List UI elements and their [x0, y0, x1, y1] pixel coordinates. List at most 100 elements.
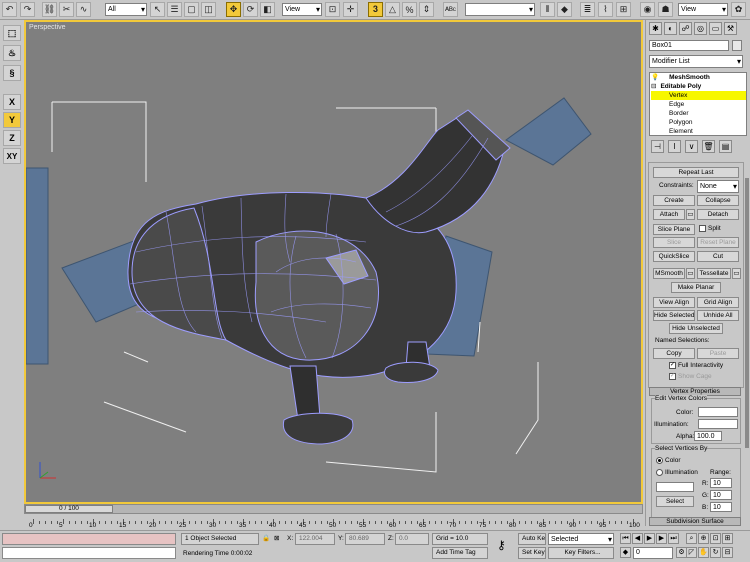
full-interactivity-checkbox[interactable]: ✓ Full Interactivity — [669, 362, 723, 369]
split-checkbox[interactable]: Split — [699, 225, 721, 232]
cut-button[interactable]: Cut — [697, 251, 739, 262]
render-type-dropdown[interactable]: View — [678, 3, 728, 16]
color-radio[interactable]: Color — [656, 457, 681, 464]
select-rotate-icon[interactable]: ⟳ — [243, 2, 258, 17]
select-by-name-icon[interactable]: ☰ — [167, 2, 182, 17]
window-crossing-icon[interactable]: ◫ — [201, 2, 216, 17]
copy-button[interactable]: Copy — [653, 348, 695, 359]
play-icon[interactable]: ▶ — [644, 533, 655, 544]
view-align-button[interactable]: View Align — [653, 297, 695, 308]
collapse-button[interactable]: Collapse — [697, 195, 739, 206]
reset-plane-button[interactable]: Reset Plane — [697, 237, 739, 248]
modifier-stack[interactable]: 💡 MeshSmooth ⊟ Editable Poly Vertex Edge B… — [649, 72, 747, 136]
detach-button[interactable]: Detach — [697, 209, 739, 220]
next-frame-icon[interactable]: ▶ — [656, 533, 667, 544]
material-editor-icon[interactable]: ◉ — [640, 2, 655, 17]
current-frame-field[interactable]: 0 — [633, 547, 673, 559]
time-slider-track[interactable]: 0 / 100 — [24, 504, 643, 514]
slice-button[interactable]: Slice — [653, 237, 695, 248]
timeline-ruler[interactable]: 0 5 10 15 20 25 30 35 40 45 50 55 60 65 70 75 80 85 90 95 10… — [24, 514, 643, 530]
pivot-center-icon[interactable]: ⊡ — [325, 2, 340, 17]
select-button[interactable]: Select — [656, 496, 694, 507]
hide-unselected-button[interactable]: Hide Unselected — [669, 323, 723, 334]
utilities-tab-icon[interactable]: ⚒ — [724, 22, 737, 35]
subdivision-surface-rollout-header[interactable]: Subdivision Surface — [649, 517, 741, 526]
set-key-button[interactable]: Set Key — [518, 547, 546, 559]
lock-icon[interactable]: 🔒 — [262, 534, 270, 542]
split-check-icon[interactable] — [699, 225, 706, 232]
y-coordinate-field[interactable]: 80.689 — [345, 533, 385, 545]
grid-align-button[interactable]: Grid Align — [697, 297, 739, 308]
make-unique-icon[interactable]: ∨ — [685, 140, 698, 153]
maxscript-listener[interactable] — [2, 533, 176, 545]
hierarchy-tab-icon[interactable]: ☍ — [679, 22, 692, 35]
edit-named-selections-icon[interactable]: ᴬᴮᶜ — [443, 2, 458, 17]
pan-icon[interactable]: ✋ — [698, 547, 709, 558]
spinner-snap-icon[interactable]: ⇕ — [419, 2, 434, 17]
illumination-radio[interactable]: Illumination — [656, 469, 698, 476]
tessellate-settings-icon[interactable]: ▭ — [732, 268, 741, 279]
align-icon[interactable]: ◆ — [557, 2, 572, 17]
perspective-viewport[interactable]: Perspective — [24, 20, 643, 504]
illumination-color-swatch[interactable] — [698, 419, 738, 429]
r-range-spinner[interactable]: 10 — [710, 478, 732, 488]
key-filters-button[interactable]: Key Filters... — [548, 547, 614, 559]
auto-key-button[interactable]: Auto Key — [518, 533, 546, 545]
b-range-spinner[interactable]: 10 — [710, 502, 732, 512]
stack-item-vertex[interactable]: Vertex — [651, 91, 746, 100]
msmooth-button[interactable]: MSmooth — [653, 268, 685, 279]
zoom-extents-all-icon[interactable]: ⊞ — [722, 533, 733, 544]
key-icon[interactable]: ⚷ — [497, 538, 506, 552]
axis-y-button[interactable]: Y — [3, 112, 21, 128]
paste-button[interactable]: Paste — [697, 348, 739, 359]
show-cage-check-icon[interactable]: ✓ — [669, 373, 676, 380]
undo-icon[interactable]: ↶ — [2, 2, 17, 17]
modify-tab-icon[interactable]: ◐ — [664, 22, 677, 35]
quick-render-icon[interactable]: ✿ — [731, 2, 746, 17]
arc-rotate-icon[interactable]: ↻ — [710, 547, 721, 558]
helix-icon[interactable]: § — [3, 65, 21, 81]
object-name-field[interactable]: Box01 — [649, 40, 729, 51]
stack-item-element[interactable]: Element — [651, 127, 746, 135]
axis-xy-button[interactable]: XY — [3, 148, 21, 164]
select-manipulate-icon[interactable]: ✛ — [343, 2, 358, 17]
add-time-tag-button[interactable]: Add Time Tag — [432, 547, 488, 559]
unhide-all-button[interactable]: Unhide All — [697, 310, 739, 321]
maximize-viewport-icon[interactable]: ⊟ — [722, 547, 733, 558]
field-of-view-icon[interactable]: ◸ — [686, 547, 697, 558]
modifier-list-dropdown[interactable]: Modifier List — [649, 55, 743, 68]
tessellate-button[interactable]: Tessellate — [697, 268, 731, 279]
link-icon[interactable]: ⛓ — [42, 2, 57, 17]
constraints-dropdown[interactable]: None — [697, 180, 739, 193]
select-object-icon[interactable]: ↖ — [150, 2, 165, 17]
quickslice-button[interactable]: QuickSlice — [653, 251, 695, 262]
attach-settings-icon[interactable]: ▭ — [686, 209, 695, 220]
repeat-last-button[interactable]: Repeat Last — [653, 167, 739, 178]
bind-space-warp-icon[interactable]: ∿ — [76, 2, 91, 17]
vertex-color-swatch[interactable] — [698, 407, 738, 417]
create-button[interactable]: Create — [653, 195, 695, 206]
collapse-icon[interactable]: ⊟ — [651, 83, 656, 90]
schematic-view-icon[interactable]: ⊞ — [616, 2, 631, 17]
percent-snap-icon[interactable]: % — [402, 2, 417, 17]
stack-item-meshsmooth[interactable]: 💡 MeshSmooth — [651, 73, 746, 82]
stack-item-polygon[interactable]: Polygon — [651, 118, 746, 127]
maxscript-output[interactable] — [2, 547, 176, 559]
named-selection-dropdown[interactable] — [465, 3, 535, 16]
teapot-icon[interactable]: ♨ — [3, 45, 21, 61]
configure-sets-icon[interactable]: ▤ — [719, 140, 732, 153]
zoom-extents-icon[interactable]: ⊡ — [710, 533, 721, 544]
msmooth-settings-icon[interactable]: ▭ — [686, 268, 695, 279]
angle-snap-icon[interactable]: △ — [385, 2, 400, 17]
go-to-end-icon[interactable]: ⏭ — [668, 533, 679, 544]
illumination-radio-icon[interactable] — [656, 469, 663, 476]
hide-selected-button[interactable]: Hide Selected — [653, 310, 695, 321]
full-interactivity-check-icon[interactable]: ✓ — [669, 362, 676, 369]
make-planar-button[interactable]: Make Planar — [671, 282, 721, 293]
snaps-toggle-icon[interactable]: 𝟑 — [368, 2, 383, 17]
key-mode-toggle-icon[interactable]: ◆ — [620, 547, 631, 558]
go-to-start-icon[interactable]: ⏮ — [620, 533, 631, 544]
attach-button[interactable]: Attach — [653, 209, 685, 220]
z-coordinate-field[interactable]: 0.0 — [395, 533, 429, 545]
select-move-icon[interactable]: ✥ — [226, 2, 241, 17]
